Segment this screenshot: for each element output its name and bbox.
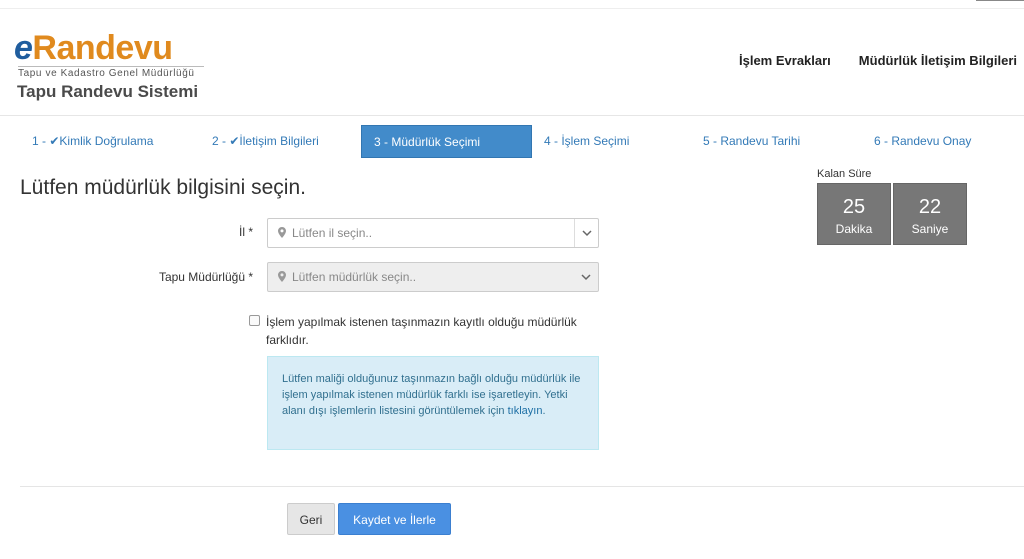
top-rule bbox=[0, 8, 1024, 9]
il-select[interactable]: Lütfen il seçin.. bbox=[267, 218, 599, 248]
chevron-down-icon bbox=[574, 263, 598, 291]
timer-minutes-unit: Dakika bbox=[835, 222, 873, 236]
logo[interactable]: eRandevu Tapu ve Kadastro Genel Müdürlüğ… bbox=[14, 30, 204, 102]
farkli-mudurluk-label[interactable]: İşlem yapılmak istenen taşınmazın kayıtl… bbox=[266, 313, 606, 349]
yetki-disi-islemler-link[interactable]: tıklayın bbox=[508, 405, 543, 417]
nav-link-islem-evraklari[interactable]: İşlem Evrakları bbox=[739, 53, 831, 68]
mudurluk-label: Tapu Müdürlüğü * bbox=[158, 270, 253, 284]
logo-subtitle: Tapu ve Kadastro Genel Müdürlüğü bbox=[18, 66, 204, 79]
footer-divider bbox=[20, 486, 1024, 487]
timer-minutes-value: 25 bbox=[842, 196, 866, 218]
save-and-continue-button[interactable]: Kaydet ve İlerle bbox=[338, 503, 451, 535]
step-kimlik-dogrulama[interactable]: 1 - ✔Kimlik Doğrulama bbox=[32, 125, 153, 158]
map-marker-icon bbox=[278, 271, 286, 282]
page-title: Lütfen müdürlük bilgisini seçin. bbox=[20, 176, 306, 199]
step-iletisim-bilgileri[interactable]: 2 - ✔İletişim Bilgileri bbox=[212, 125, 319, 158]
top-corner-rule bbox=[976, 0, 1024, 1]
step-randevu-tarihi[interactable]: 5 - Randevu Tarihi bbox=[703, 125, 800, 158]
check-icon: ✔ bbox=[49, 134, 60, 148]
mudurluk-select[interactable]: Lütfen müdürlük seçin.. bbox=[267, 262, 599, 292]
timer-seconds: 22 Saniye bbox=[893, 183, 967, 245]
timer-minutes: 25 Dakika bbox=[817, 183, 891, 245]
logo-wordmark: eRandevu bbox=[14, 29, 173, 67]
il-select-placeholder: Lütfen il seçin.. bbox=[292, 226, 373, 240]
timer-seconds-value: 22 bbox=[918, 196, 942, 218]
header-divider bbox=[0, 115, 1024, 116]
system-title: Tapu Randevu Sistemi bbox=[17, 82, 199, 101]
top-nav: İşlem Evrakları Müdürlük İletişim Bilgil… bbox=[739, 53, 1017, 68]
timer-label: Kalan Süre bbox=[817, 168, 872, 180]
chevron-down-icon bbox=[574, 219, 598, 247]
step-mudurluk-secimi[interactable]: 3 - Müdürlük Seçimi bbox=[361, 125, 532, 158]
map-marker-icon bbox=[278, 227, 286, 238]
info-alert: Lütfen maliği olduğunuz taşınmazın bağlı… bbox=[267, 356, 599, 450]
il-label: İl * bbox=[238, 225, 253, 239]
step-randevu-onay[interactable]: 6 - Randevu Onay bbox=[874, 125, 971, 158]
mudurluk-select-placeholder: Lütfen müdürlük seçin.. bbox=[292, 270, 417, 284]
wizard-steps: 1 - ✔Kimlik Doğrulama 2 - ✔İletişim Bilg… bbox=[18, 125, 1018, 158]
farkli-mudurluk-checkbox[interactable] bbox=[249, 315, 260, 326]
check-icon: ✔ bbox=[229, 134, 240, 148]
nav-link-mudurluk-iletisim[interactable]: Müdürlük İletişim Bilgileri bbox=[859, 53, 1017, 68]
back-button[interactable]: Geri bbox=[287, 503, 335, 535]
timer-seconds-unit: Saniye bbox=[911, 222, 949, 236]
step-islem-secimi[interactable]: 4 - İşlem Seçimi bbox=[544, 125, 629, 158]
